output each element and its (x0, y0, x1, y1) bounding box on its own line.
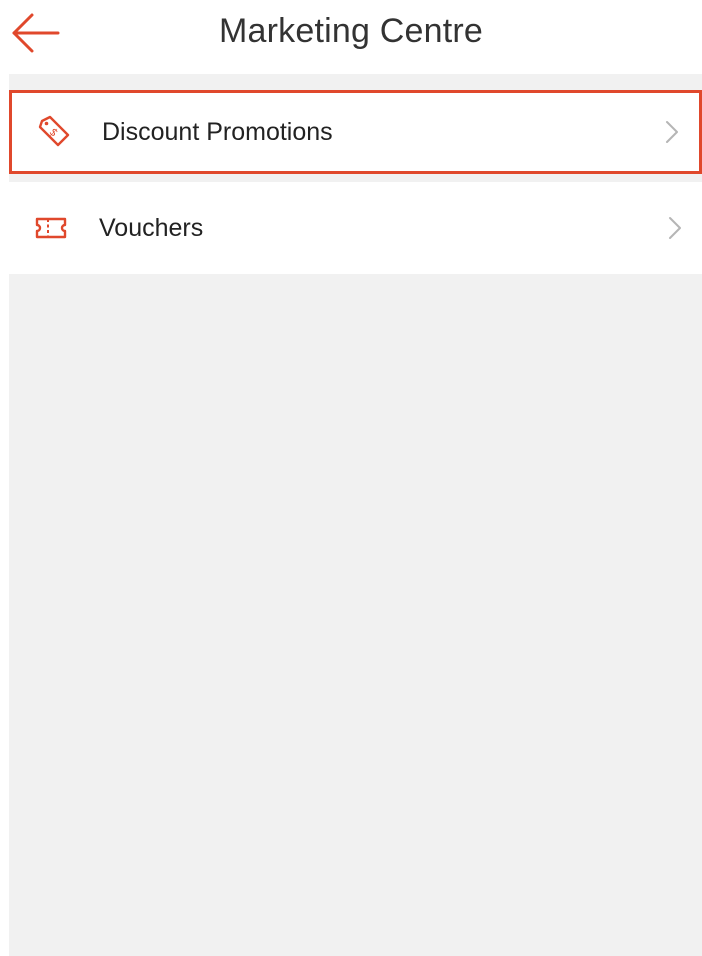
chevron-right-icon (666, 121, 678, 143)
marketing-centre-screen: Marketing Centre $ Discount Promotions V… (0, 0, 702, 956)
menu-item-label: Discount Promotions (102, 118, 333, 146)
chevron-right-icon (669, 217, 681, 239)
menu-list: $ Discount Promotions Vouchers (9, 74, 702, 956)
voucher-ticket-icon (35, 217, 67, 239)
top-bar: Marketing Centre (0, 0, 702, 72)
menu-item-label: Vouchers (99, 214, 204, 242)
menu-item-discount-promotions[interactable]: $ Discount Promotions (9, 90, 702, 174)
page-title: Marketing Centre (219, 12, 483, 50)
menu-item-vouchers[interactable]: Vouchers (9, 182, 702, 274)
price-tag-icon: $ (38, 115, 70, 147)
